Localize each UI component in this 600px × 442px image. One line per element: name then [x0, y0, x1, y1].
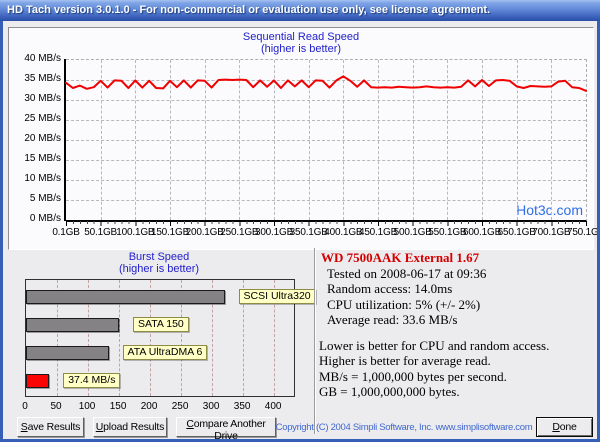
- x-axis-label: 500.1GB: [393, 227, 432, 238]
- random-access-line: Random access: 14.0ms: [327, 281, 453, 296]
- x-axis-label: 150.1GB: [150, 227, 190, 238]
- cpu-utilization-line: CPU utilization: 5% (+/- 2%): [327, 296, 481, 312]
- y-axis-label: 35 MB/s: [24, 73, 61, 84]
- drive-info-panel: WD 7500AAK External 1.67 Tested on 2008-…: [319, 250, 591, 400]
- y-axis-label: 20 MB/s: [24, 133, 61, 144]
- sequential-read-panel: Sequential Read Speed (higher is better)…: [8, 27, 597, 250]
- x-axis-label: 700.1GB: [532, 227, 571, 238]
- burst-bar: [26, 290, 225, 304]
- x-axis-label: 750.1GB: [566, 227, 597, 238]
- burst-axis-tick-label: 150: [109, 401, 127, 412]
- copyright-text: Copyright (C) 2004 Simpli Software, Inc.…: [275, 422, 533, 433]
- y-axis-label: 0 MB/s: [29, 213, 61, 224]
- x-axis-label: 250.1GB: [220, 227, 259, 238]
- note-higher-better: Higher is better for average read.: [319, 353, 491, 368]
- burst-bar: [26, 318, 120, 332]
- upload-results-button[interactable]: Upload Results: [93, 417, 167, 437]
- y-axis-label: 25 MB/s: [24, 113, 61, 124]
- burst-axis-tick-label: 200: [140, 401, 158, 412]
- average-read-line: Average read: 33.6 MB/s: [327, 312, 458, 327]
- note-lower-better: Lower is better for CPU and random acces…: [319, 337, 550, 353]
- burst-axis-tick-label: 400: [264, 401, 282, 412]
- y-axis-label: 30 MB/s: [24, 93, 61, 104]
- burst-bar: [26, 374, 50, 388]
- x-axis-label: 600.1GB: [462, 227, 502, 238]
- burst-axis-tick-label: 0: [22, 401, 28, 412]
- x-axis-label: 50.1GB: [84, 227, 118, 238]
- x-axis-label: 200.1GB: [185, 227, 224, 238]
- burst-axis-tick-label: 50: [50, 401, 62, 412]
- burst-bar-label: 37.4 MB/s: [63, 373, 121, 388]
- x-axis-label: 650.1GB: [497, 227, 536, 238]
- burst-axis-tick-label: 100: [78, 401, 96, 412]
- title-bar: HD Tach version 3.0.1.0 - For non-commer…: [0, 0, 600, 21]
- note-mbs-definition: MB/s = 1,000,000 bytes per second.: [319, 368, 507, 384]
- x-axis-label: 300.1GB: [254, 227, 294, 238]
- drive-name: WD 7500AAK External 1.67: [321, 250, 480, 265]
- burst-axis-tick-label: 350: [233, 401, 251, 412]
- compare-another-drive-button[interactable]: Compare Another Drive: [176, 417, 276, 439]
- read-chart-title: Sequential Read Speed: [242, 31, 360, 43]
- burst-chart-title: Burst Speed: [128, 251, 190, 263]
- done-button[interactable]: Done: [536, 417, 593, 437]
- burst-x-axis: 0 50 100 150 200 250 300 350 400: [22, 401, 305, 413]
- burst-axis-tick-label: 250: [171, 401, 189, 412]
- window-title: HD Tach version 3.0.1.0 - For non-commer…: [7, 4, 491, 16]
- y-axis-label: 10 MB/s: [24, 173, 61, 184]
- y-axis-label: 15 MB/s: [24, 153, 61, 164]
- read-speed-line: [65, 75, 587, 92]
- y-axis-label: 5 MB/s: [29, 193, 61, 204]
- note-gb-definition: GB = 1,000,000,000 bytes.: [319, 384, 460, 399]
- client-area: Sequential Read Speed (higher is better)…: [3, 21, 597, 439]
- x-axis-label: 450.1GB: [358, 227, 398, 238]
- x-axis-label: 400.1GB: [324, 227, 363, 238]
- burst-bar-label: ATA UltraDMA 6: [122, 345, 208, 360]
- x-axis-label: 100.1GB: [116, 227, 155, 238]
- y-axis-label: 40 MB/s: [24, 53, 61, 64]
- save-results-button[interactable]: Save Results: [17, 417, 84, 437]
- burst-bar: [26, 346, 109, 360]
- burst-axis-tick-label: 300: [202, 401, 220, 412]
- read-plot-area: Hot3c.com: [65, 59, 587, 222]
- burst-chart-subtitle: (higher is better): [118, 263, 200, 275]
- burst-bar-label: SCSI Ultra320: [238, 289, 316, 304]
- x-axis-label: 350.1GB: [289, 227, 328, 238]
- hdtach-window: HD Tach version 3.0.1.0 - For non-commer…: [0, 0, 600, 442]
- read-chart-subtitle: (higher is better): [260, 43, 342, 55]
- burst-plot-area: SCSI Ultra320 SATA 150 ATA UltraDMA 6 37.4 …: [25, 279, 316, 397]
- burst-bar-label: SATA 150: [133, 317, 189, 332]
- x-axis-label: 0.1GB: [52, 227, 80, 238]
- tested-on-line: Tested on 2008-06-17 at 09:36: [327, 265, 487, 281]
- read-x-major-ticks: [66, 221, 587, 226]
- vertical-separator: [314, 248, 316, 434]
- x-axis-label: 550.1GB: [428, 227, 467, 238]
